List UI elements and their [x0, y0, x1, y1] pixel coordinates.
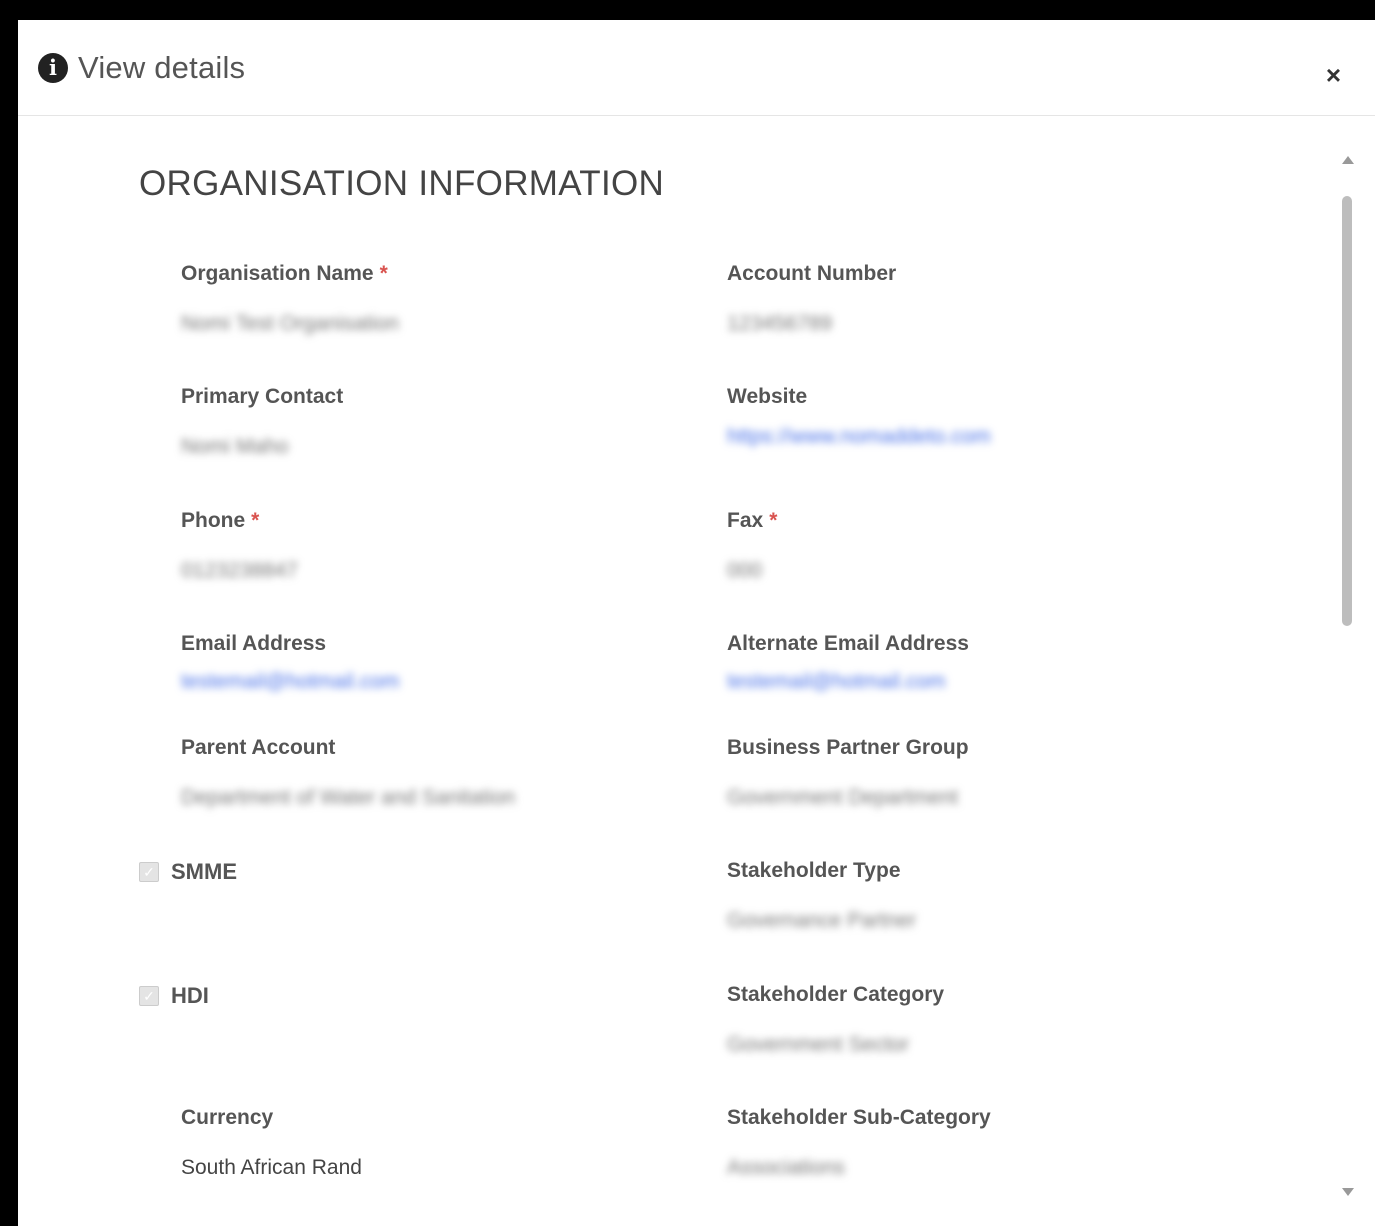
info-icon: i	[38, 53, 68, 83]
required-marker: *	[379, 262, 388, 285]
scrollbar-thumb[interactable]	[1342, 196, 1352, 626]
email-label: Email Address	[181, 632, 327, 655]
phone-value: 0123238847	[181, 559, 298, 582]
parent-account-label: Parent Account	[181, 736, 336, 759]
section-title: ORGANISATION INFORMATION	[139, 164, 665, 203]
parent-account-field: Parent Account Department of Water and S…	[181, 736, 515, 810]
stakeholder-type-value: Governance Partner	[727, 909, 917, 932]
alt-email-label: Alternate Email Address	[727, 632, 969, 655]
dialog-body[interactable]: ORGANISATION INFORMATION Organisation Na…	[18, 116, 1375, 1226]
website-field: Website https://www.nomaddeto.com	[727, 385, 991, 449]
close-button[interactable]: ×	[1326, 62, 1341, 88]
required-marker: *	[251, 509, 260, 532]
stakeholder-type-field: Stakeholder Type Governance Partner	[727, 859, 916, 933]
stakeholder-type-label: Stakeholder Type	[727, 859, 901, 882]
stakeholder-subcategory-field: Stakeholder Sub-Category Associations	[727, 1106, 991, 1180]
parent-account-value: Department of Water and Sanitation	[181, 786, 516, 809]
hdi-checkbox[interactable]: ✓	[139, 986, 159, 1006]
email-field: Email Address testemail@hotmail.com	[181, 632, 400, 694]
bp-group-field: Business Partner Group Government Depart…	[727, 736, 969, 810]
fax-label: Fax	[727, 509, 764, 532]
smme-label: SMME	[171, 859, 237, 884]
fax-field: Fax * 000	[727, 509, 777, 583]
phone-field: Phone * 0123238847	[181, 509, 298, 583]
stakeholder-subcategory-label: Stakeholder Sub-Category	[727, 1106, 991, 1129]
org-name-label: Organisation Name	[181, 262, 374, 285]
required-marker: *	[769, 509, 778, 532]
bp-group-value: Government Department	[727, 786, 959, 809]
vertical-scrollbar[interactable]	[1339, 156, 1355, 1226]
website-link[interactable]: https://www.nomaddeto.com	[727, 425, 991, 449]
stakeholder-subcategory-value: Associations	[727, 1156, 845, 1179]
fax-value: 000	[727, 559, 763, 582]
stakeholder-category-field: Stakeholder Category Government Sector	[727, 983, 944, 1057]
org-name-value: Nomi Test Organisation	[181, 312, 399, 335]
scroll-up-icon[interactable]	[1342, 156, 1354, 164]
account-number-label: Account Number	[727, 262, 897, 285]
currency-field: Currency South African Rand	[181, 1106, 362, 1180]
account-number-value: 123456789	[727, 312, 833, 335]
primary-contact-label: Primary Contact	[181, 385, 344, 408]
dialog-header: i View details ×	[18, 20, 1375, 116]
dialog-title: View details	[78, 50, 246, 85]
alt-email-field: Alternate Email Address testemail@hotmai…	[727, 632, 969, 694]
stakeholder-category-label: Stakeholder Category	[727, 983, 945, 1006]
bp-group-label: Business Partner Group	[727, 736, 969, 759]
alt-email-link[interactable]: testemail@hotmail.com	[727, 670, 969, 694]
primary-contact-value: Nomi Maho	[181, 435, 289, 458]
hdi-label: HDI	[171, 983, 209, 1008]
currency-label: Currency	[181, 1106, 274, 1129]
account-number-field: Account Number 123456789	[727, 262, 896, 336]
phone-label: Phone	[181, 509, 246, 532]
smme-checkbox[interactable]: ✓	[139, 862, 159, 882]
primary-contact-field: Primary Contact Nomi Maho	[181, 385, 343, 459]
currency-value: South African Rand	[181, 1156, 362, 1179]
smme-checkbox-row: ✓ SMME	[139, 859, 237, 885]
hdi-checkbox-row: ✓ HDI	[139, 983, 209, 1009]
scroll-down-icon[interactable]	[1342, 1188, 1354, 1196]
email-link[interactable]: testemail@hotmail.com	[181, 670, 400, 694]
view-details-dialog: i View details × ORGANISATION INFORMATIO…	[10, 14, 1375, 1226]
website-label: Website	[727, 385, 808, 408]
org-name-field: Organisation Name * Nomi Test Organisatio…	[181, 262, 399, 336]
stakeholder-category-value: Government Sector	[727, 1033, 910, 1056]
